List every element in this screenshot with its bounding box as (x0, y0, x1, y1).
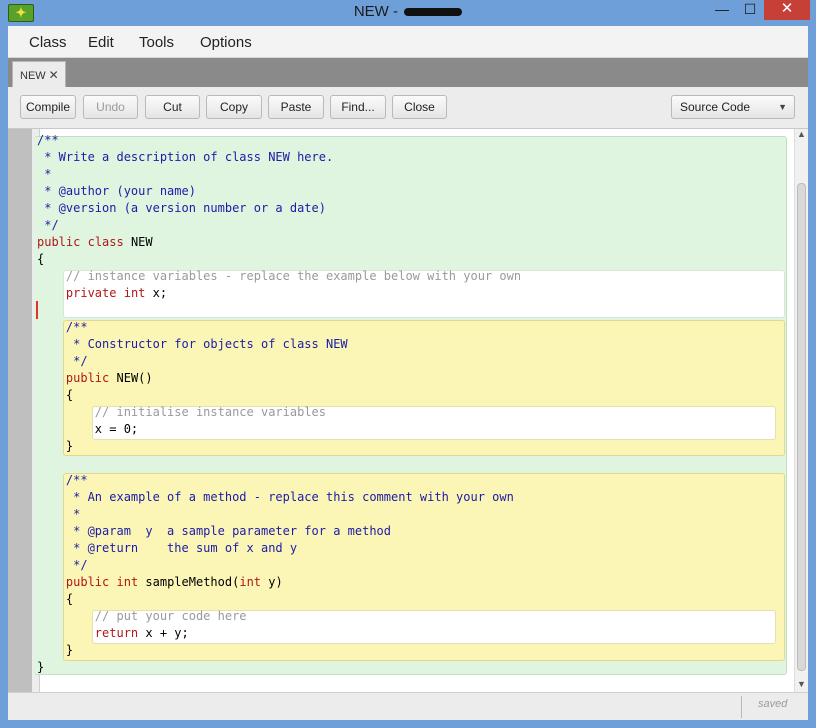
code-line: return x + y; (94, 626, 189, 640)
close-window-button[interactable]: ✕ (764, 0, 810, 20)
toolbar: Compile Undo Cut Copy Paste Find... Clos… (8, 87, 808, 128)
tab-close-icon[interactable]: ✕ (49, 68, 59, 82)
code-line: } (37, 660, 45, 674)
code-line: } (37, 439, 74, 453)
title-bar: ✦ NEW - — ☐ ✕ (0, 0, 816, 26)
code-editor[interactable]: /** * Write a description of class NEW h… (8, 128, 808, 693)
code-line: { (37, 388, 74, 402)
scroll-down-icon[interactable]: ▼ (797, 679, 806, 689)
menu-options[interactable]: Options (200, 34, 252, 51)
tab-bar: NEW ✕ (8, 58, 808, 87)
compile-button[interactable]: Compile (20, 95, 76, 119)
window-title: NEW - (0, 3, 816, 20)
view-mode-value: Source Code (680, 100, 751, 114)
view-mode-select[interactable]: Source Code ▼ (671, 95, 795, 119)
code-line: */ (37, 558, 88, 572)
scroll-up-icon[interactable]: ▲ (797, 129, 806, 139)
code-line: * @author (your name) (37, 184, 196, 198)
code-line: */ (37, 218, 59, 232)
code-line: x = 0; (37, 422, 139, 436)
keyword-token: return (94, 626, 139, 640)
code-line: * @version (a version number or a date) (37, 201, 326, 215)
find-button[interactable]: Find... (330, 95, 386, 119)
code-line: * (37, 167, 52, 181)
code-line: * @return the sum of x and y (37, 541, 298, 555)
undo-button[interactable]: Undo (83, 95, 138, 119)
code-line: * @param y a sample parameter for a meth… (37, 524, 392, 538)
code-line: // put your code here (37, 609, 247, 623)
tab-new[interactable]: NEW ✕ (12, 61, 66, 87)
keyword-token: public (65, 575, 110, 589)
cut-button[interactable]: Cut (145, 95, 200, 119)
status-bar: saved (8, 692, 808, 720)
paste-button[interactable]: Paste (268, 95, 324, 119)
tab-label: NEW (20, 70, 46, 82)
code-line: * Write a description of class NEW here. (37, 150, 334, 164)
save-status: saved (758, 698, 788, 710)
keyword-token: int (239, 575, 262, 589)
close-icon: ✕ (780, 0, 794, 17)
close-button[interactable]: Close (392, 95, 447, 119)
code-line: // instance variables - replace the exam… (37, 269, 522, 283)
code-line: { (37, 592, 74, 606)
code-line: { (37, 252, 45, 266)
cursor-line-marker (36, 301, 38, 319)
copy-button[interactable]: Copy (206, 95, 262, 119)
code-line: private int x; (65, 286, 168, 300)
code-line: public NEW() (65, 371, 153, 385)
status-divider (741, 696, 742, 718)
keyword-token: class (87, 235, 124, 249)
maximize-icon: ☐ (743, 1, 757, 17)
code-line: * Constructor for objects of class NEW (37, 337, 348, 351)
keyword-token: public (37, 235, 81, 249)
line-gutter (8, 129, 32, 693)
code-line: */ (37, 354, 88, 368)
keyword-token: int (116, 575, 139, 589)
code-line: /** (37, 133, 59, 147)
maximize-button[interactable]: ☐ (736, 0, 764, 20)
code-line: /** (37, 320, 88, 334)
code-line: * An example of a method - replace this … (37, 490, 514, 504)
keyword-token: int (123, 286, 146, 300)
menu-class[interactable]: Class (29, 34, 67, 51)
scroll-thumb[interactable] (797, 183, 806, 671)
code-line: // initialise instance variables (37, 405, 326, 419)
window-title-text: NEW - (353, 3, 403, 20)
code-line: public class NEW (37, 235, 153, 249)
minimize-button[interactable]: — (708, 0, 736, 20)
menu-edit[interactable]: Edit (88, 34, 114, 51)
keyword-token: private (65, 286, 117, 300)
code-line: * (37, 507, 81, 521)
minimize-icon: — (715, 1, 729, 17)
redacted-user-name (404, 8, 463, 17)
keyword-token: public (65, 371, 110, 385)
chevron-down-icon: ▼ (778, 102, 787, 112)
menu-tools[interactable]: Tools (139, 34, 174, 51)
code-line: } (37, 643, 74, 657)
code-line: /** (37, 473, 88, 487)
editor-window: Class Edit Tools Options NEW ✕ Compile Un… (8, 26, 808, 720)
code-line: public int sampleMethod(int y) (65, 575, 283, 589)
vertical-scrollbar[interactable]: ▲ ▼ (794, 129, 808, 693)
menu-bar: Class Edit Tools Options (8, 26, 808, 58)
